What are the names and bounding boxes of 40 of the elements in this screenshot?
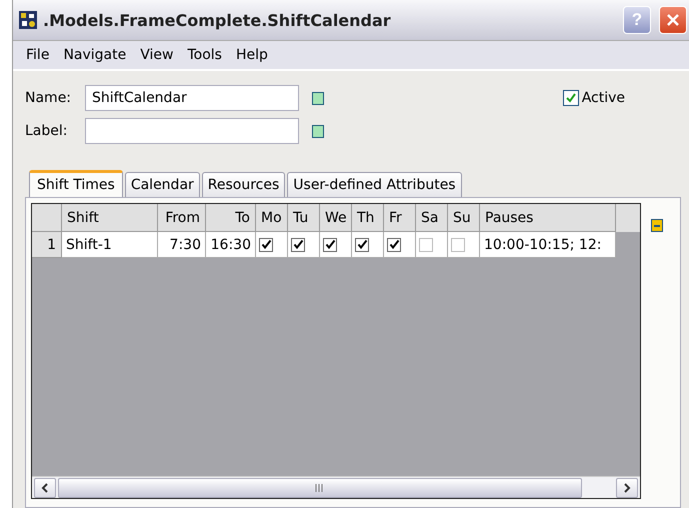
menu-item[interactable]: Tools: [180, 47, 229, 63]
table-cell: Shift-1: [62, 232, 158, 258]
active-checkbox[interactable]: [562, 90, 579, 106]
scroll-left-button[interactable]: [34, 478, 56, 498]
tab[interactable]: User-defined Attributes: [287, 172, 462, 197]
status-square-icon: [312, 124, 324, 138]
day-checkbox[interactable]: [387, 238, 401, 252]
menu-item[interactable]: File: [19, 47, 56, 63]
menu-item[interactable]: View: [133, 47, 180, 63]
window-title: .Models.FrameComplete.ShiftCalendar: [43, 10, 391, 30]
status-square-icon: [312, 92, 324, 104]
day-checkbox[interactable]: [291, 238, 305, 252]
app-icon: [19, 11, 37, 29]
close-button[interactable]: [659, 6, 687, 34]
scroll-right-button[interactable]: [616, 478, 638, 498]
tab[interactable]: Resources: [202, 172, 286, 197]
table-cell: 7:30: [158, 232, 206, 258]
tab[interactable]: Shift Times: [29, 170, 123, 197]
chevron-left-icon: [41, 482, 49, 492]
menu-item[interactable]: Navigate: [56, 47, 134, 63]
day-checkbox[interactable]: [259, 238, 273, 252]
label-field[interactable]: [85, 118, 299, 144]
name-field[interactable]: ShiftCalendar: [85, 85, 299, 111]
table-cell: 16:30: [206, 232, 256, 258]
tab[interactable]: Calendar: [124, 172, 200, 197]
collapse-icon[interactable]: [651, 219, 663, 232]
horizontal-scrollbar[interactable]: [32, 476, 640, 498]
field-label: Name:: [25, 90, 72, 106]
active-label: Active: [582, 90, 625, 106]
table-cell: 10:00-10:15; 12:: [480, 232, 616, 258]
day-checkbox[interactable]: [419, 238, 433, 252]
row-number: 1: [32, 232, 62, 258]
scrollbar-thumb[interactable]: [58, 478, 582, 498]
chevron-right-icon: [623, 482, 631, 492]
field-label: Label:: [25, 123, 68, 139]
day-checkbox[interactable]: [323, 238, 337, 252]
day-checkbox[interactable]: [451, 238, 465, 252]
menu-item[interactable]: Help: [228, 47, 275, 63]
day-checkbox[interactable]: [355, 238, 369, 252]
close-icon: [666, 13, 680, 27]
